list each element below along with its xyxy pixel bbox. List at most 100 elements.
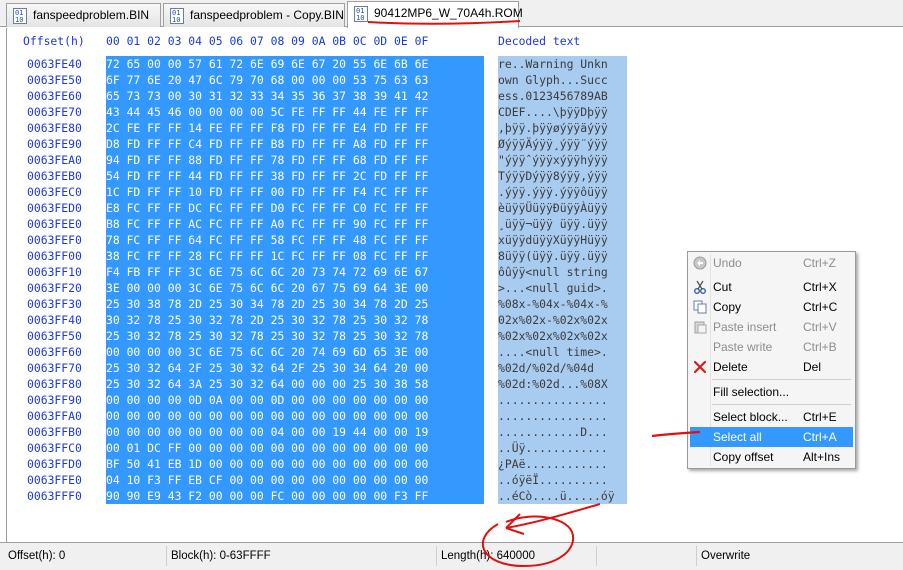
row-decoded-text[interactable]: "ýÿÿˆýÿÿxýÿÿhýÿÿ [498, 152, 627, 168]
menu-item-undo[interactable]: Undo Ctrl+Z [690, 253, 853, 273]
row-hex-bytes[interactable]: 25 30 32 78 25 30 32 78 25 30 32 78 25 3… [106, 328, 484, 344]
status-offset: Offset(h): 0 [8, 550, 66, 562]
decoded-text-header: Decoded text [498, 34, 581, 48]
row-decoded-text[interactable]: ................ [498, 392, 627, 408]
row-decoded-text[interactable]: ..óÿëÏ.......... [498, 472, 627, 488]
menu-item-select-all[interactable]: Select all Ctrl+A [690, 427, 853, 447]
row-hex-bytes[interactable]: 25 30 32 64 2F 25 30 32 64 2F 25 30 34 6… [106, 360, 484, 376]
scissors-icon [693, 280, 707, 294]
row-offset: 0063FE60 [27, 89, 82, 103]
row-hex-bytes[interactable]: F4 FB FF FF 3C 6E 75 6C 6C 20 73 74 72 6… [106, 264, 484, 280]
menu-separator [712, 404, 851, 405]
context-menu: Undo Ctrl+Z Cut Ctrl+X Copy Ctrl+C Paste… [687, 251, 856, 469]
row-decoded-text[interactable]: ....<null time>. [498, 344, 627, 360]
row-hex-bytes[interactable]: 00 00 00 00 3C 6E 75 6C 6C 20 74 69 6D 6… [106, 344, 484, 360]
hex-file-icon: 01 10 [13, 8, 27, 24]
row-hex-bytes[interactable]: 00 00 00 00 00 00 00 00 00 00 00 00 00 0… [106, 408, 484, 424]
row-decoded-text[interactable]: ¿PAë............ [498, 456, 627, 472]
row-decoded-text[interactable]: TýÿÿDýÿÿ8ýÿÿ,ýÿÿ [498, 168, 627, 184]
tab-fanspeedproblem-bin[interactable]: 01 10 fanspeedproblem.BIN [6, 3, 161, 27]
row-offset: 0063FEC0 [27, 185, 82, 199]
status-empty-panel [596, 546, 694, 566]
row-offset: 0063FF20 [27, 281, 82, 295]
row-decoded-text[interactable]: ................ [498, 408, 627, 424]
row-decoded-text[interactable]: xüÿÿdüÿÿXüÿÿHüÿÿ [498, 232, 627, 248]
status-mode: Overwrite [696, 546, 750, 566]
row-decoded-text[interactable]: 8üÿÿ(üÿÿ.üÿÿ.üÿÿ [498, 248, 627, 264]
row-offset: 0063FF60 [27, 345, 82, 359]
row-hex-bytes[interactable]: 78 FC FF FF 64 FC FF FF 58 FC FF FF 48 F… [106, 232, 484, 248]
row-hex-bytes[interactable]: D8 FD FF FF C4 FD FF FF B8 FD FF FF A8 F… [106, 136, 484, 152]
row-offset: 0063FE90 [27, 137, 82, 151]
row-hex-bytes[interactable]: 43 44 45 46 00 00 00 00 5C FE FF FF 44 F… [106, 104, 484, 120]
row-decoded-text[interactable]: ,þÿÿ.þÿÿøýÿÿäýÿÿ [498, 120, 627, 136]
row-decoded-text[interactable]: %02d:%02d...%08X [498, 376, 627, 392]
row-hex-bytes[interactable]: 94 FD FF FF 88 FD FF FF 78 FD FF FF 68 F… [106, 152, 484, 168]
row-decoded-text[interactable]: ØýÿÿÄýÿÿ¸ýÿÿ¨ýÿÿ [498, 136, 627, 152]
row-decoded-text[interactable]: ôûÿÿ<null string [498, 264, 627, 280]
row-hex-bytes[interactable]: 54 FD FF FF 44 FD FF FF 38 FD FF FF 2C F… [106, 168, 484, 184]
row-offset: 0063FF40 [27, 313, 82, 327]
byte-column-header: 00 01 02 03 04 05 06 07 08 09 0A 0B 0C 0… [106, 34, 429, 48]
row-hex-bytes[interactable]: 25 30 32 64 3A 25 30 32 64 00 00 00 25 3… [106, 376, 484, 392]
menu-item-cut[interactable]: Cut Ctrl+X [690, 277, 853, 297]
row-hex-bytes[interactable]: 72 65 00 00 57 61 72 6E 69 6E 67 20 55 6… [106, 56, 484, 72]
row-hex-bytes[interactable]: 00 00 00 00 00 00 00 00 04 00 00 19 44 0… [106, 424, 484, 440]
menu-item-fill-selection[interactable]: Fill selection... [690, 382, 853, 402]
row-hex-bytes[interactable]: 1C FD FF FF 10 FD FF FF 00 FD FF FF F4 F… [106, 184, 484, 200]
row-hex-bytes[interactable]: 38 FC FF FF 28 FC FF FF 1C FC FF FF 08 F… [106, 248, 484, 264]
row-offset: 0063FF30 [27, 297, 82, 311]
row-hex-bytes[interactable]: 00 01 DC FF 00 00 00 00 00 00 00 00 00 0… [106, 440, 484, 456]
row-decoded-text[interactable]: %08x-%04x-%04x-% [498, 296, 627, 312]
row-hex-bytes[interactable]: 6F 77 6E 20 47 6C 79 70 68 00 00 00 53 7… [106, 72, 484, 88]
row-offset: 0063FE40 [27, 57, 82, 71]
copy-icon [693, 300, 707, 314]
row-hex-bytes[interactable]: 2C FE FF FF 14 FE FF FF F8 FD FF FF E4 F… [106, 120, 484, 136]
row-decoded-text[interactable]: èüÿÿÜüÿÿÐüÿÿÀüÿÿ [498, 200, 627, 216]
tab-label: 90412MP6_W_70A4h.ROM [374, 6, 523, 20]
row-decoded-text[interactable]: 02x%02x-%02x%02x [498, 312, 627, 328]
row-hex-bytes[interactable]: E8 FC FF FF DC FC FF FF D0 FC FF FF C0 F… [106, 200, 484, 216]
row-decoded-text[interactable]: ..Üÿ............ [498, 440, 627, 456]
row-hex-bytes[interactable]: BF 50 41 EB 1D 00 00 00 00 00 00 00 00 0… [106, 456, 484, 472]
row-decoded-text[interactable]: re..Warning Unkn [498, 56, 627, 72]
tab-fanspeedproblem-copy-bin[interactable]: 01 10 fanspeedproblem - Copy.BIN [163, 3, 345, 27]
row-hex-bytes[interactable]: 65 73 73 00 30 31 32 33 34 35 36 37 38 3… [106, 88, 484, 104]
tab-rom-file[interactable]: 01 10 90412MP6_W_70A4h.ROM [347, 1, 523, 28]
row-hex-bytes[interactable]: 00 00 00 00 0D 0A 00 00 0D 00 00 00 00 0… [106, 392, 484, 408]
row-decoded-text[interactable]: %02x%02x%02x%02x [498, 328, 627, 344]
tab-bar: 01 10 fanspeedproblem.BIN 01 10 fanspeedpr… [0, 0, 903, 28]
row-offset: 0063FE50 [27, 73, 82, 87]
row-decoded-text[interactable]: ¸üÿÿ¬üÿÿ üÿÿ.üÿÿ [498, 216, 627, 232]
hex-file-icon: 01 10 [354, 6, 368, 22]
row-decoded-text[interactable]: %02d/%02d/%04d [498, 360, 627, 376]
row-decoded-text[interactable]: >...<null guid>. [498, 280, 627, 296]
hex-bytes-selection[interactable]: 72 65 00 00 57 61 72 6E 69 6E 67 20 55 6… [106, 56, 484, 504]
row-hex-bytes[interactable]: 30 32 78 25 30 32 78 2D 25 30 32 78 25 3… [106, 312, 484, 328]
menu-item-paste-insert[interactable]: Paste insert Ctrl+V [690, 317, 853, 337]
row-offset: 0063FF00 [27, 249, 82, 263]
row-decoded-text[interactable]: CDEF....\þÿÿDþÿÿ [498, 104, 627, 120]
menu-item-copy-offset[interactable]: Copy offset Alt+Ins [690, 447, 853, 467]
decoded-text-selection[interactable]: re..Warning Unkn own Glyph...Succ ess.0123… [498, 56, 627, 504]
menu-item-paste-write[interactable]: Paste write Ctrl+B [690, 337, 853, 357]
row-decoded-text[interactable]: own Glyph...Succ [498, 72, 627, 88]
row-hex-bytes[interactable]: B8 FC FF FF AC FC FF FF A0 FC FF FF 90 F… [106, 216, 484, 232]
row-decoded-text[interactable]: ............D... [498, 424, 627, 440]
row-offset: 0063FFA0 [27, 409, 82, 423]
row-hex-bytes[interactable]: 04 10 F3 FF EB CF 00 00 00 00 00 00 00 0… [106, 472, 484, 488]
row-hex-bytes[interactable]: 25 30 38 78 2D 25 30 34 78 2D 25 30 34 7… [106, 296, 484, 312]
row-hex-bytes[interactable]: 3E 00 00 00 3C 6E 75 6C 6C 20 67 75 69 6… [106, 280, 484, 296]
menu-item-copy[interactable]: Copy Ctrl+C [690, 297, 853, 317]
status-block: Block(h): 0-63FFFF [166, 546, 271, 566]
row-decoded-text[interactable]: .ýÿÿ.ýÿÿ.ýÿÿôüÿÿ [498, 184, 627, 200]
row-offset: 0063FEA0 [27, 153, 82, 167]
status-bar: Offset(h): 0 Block(h): 0-63FFFF Length(h… [0, 542, 903, 570]
menu-item-select-block[interactable]: Select block... Ctrl+E [690, 407, 853, 427]
row-offset: 0063FE80 [27, 121, 82, 135]
row-hex-bytes[interactable]: 90 90 E9 43 F2 00 00 00 FC 00 00 00 00 0… [106, 488, 484, 504]
row-decoded-text[interactable]: ess.0123456789AB [498, 88, 627, 104]
menu-item-delete[interactable]: Delete Del [690, 357, 853, 377]
row-offset: 0063FEF0 [27, 233, 82, 247]
row-decoded-text[interactable]: ..éCò....ü.....óÿ [498, 488, 627, 504]
